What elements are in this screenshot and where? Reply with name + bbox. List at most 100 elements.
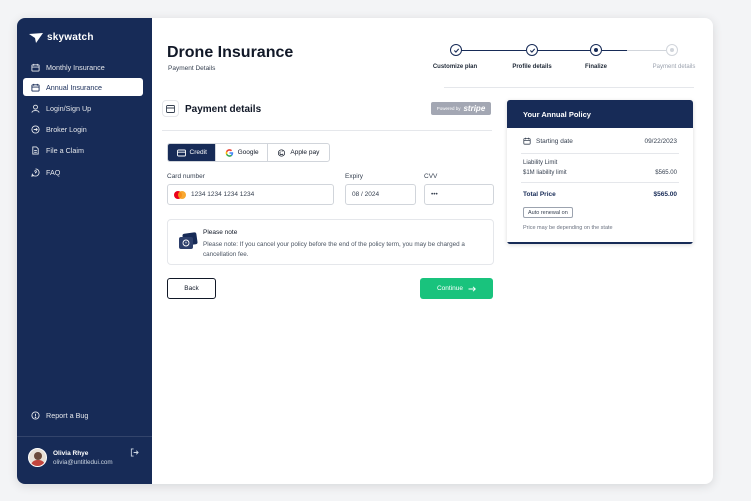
cvv-value: ••• bbox=[431, 191, 438, 198]
arrow-right-icon bbox=[468, 285, 476, 292]
price-note: Price may be depending on the state bbox=[523, 225, 613, 231]
step-2-circle[interactable] bbox=[526, 44, 538, 56]
payment-divider bbox=[162, 130, 492, 131]
starting-date-value: 09/22/2023 bbox=[644, 138, 677, 145]
expiry-value: 08 / 2024 bbox=[352, 191, 380, 198]
calendar-icon bbox=[523, 137, 531, 145]
sidebar-item-label: FAQ bbox=[46, 167, 61, 177]
note-title: Please note bbox=[203, 229, 238, 236]
login-icon bbox=[31, 124, 40, 134]
liability-limit-label: Liability Limit bbox=[523, 160, 558, 166]
policy-divider bbox=[521, 182, 679, 183]
starting-date-row: Starting date bbox=[523, 137, 573, 145]
method-label: Credit bbox=[189, 149, 207, 156]
brand-name: skywatch bbox=[47, 32, 94, 43]
page-title: Drone Insurance bbox=[167, 44, 294, 61]
help-icon bbox=[31, 167, 40, 177]
report-bug-label: Report a Bug bbox=[46, 410, 89, 420]
total-price-value: $565.00 bbox=[653, 191, 678, 198]
google-icon bbox=[225, 148, 233, 157]
page-subtitle: Payment Details bbox=[168, 65, 216, 72]
apple-icon bbox=[278, 148, 286, 157]
total-price-label: Total Price bbox=[523, 191, 556, 198]
sidebar-item-label: Broker Login bbox=[46, 124, 87, 134]
expiry-label: Expiry bbox=[345, 173, 364, 180]
step-4-circle[interactable] bbox=[666, 44, 678, 56]
policy-title: Your Annual Policy bbox=[507, 100, 693, 128]
check-icon bbox=[529, 48, 535, 53]
expiry-field[interactable]: 08 / 2024 bbox=[345, 184, 416, 205]
sidebar-item-annual-insurance[interactable]: Annual Insurance bbox=[23, 78, 143, 96]
pending-step-dot bbox=[670, 48, 674, 52]
sidebar-divider bbox=[17, 436, 152, 437]
step-connector bbox=[456, 50, 526, 51]
method-label: Google bbox=[237, 149, 259, 156]
sidebar-item-file-a-claim[interactable]: File a Claim bbox=[23, 141, 143, 159]
step-1-circle[interactable] bbox=[450, 44, 462, 56]
mastercard-icon bbox=[174, 190, 186, 199]
header-divider bbox=[444, 87, 694, 88]
step-3-circle[interactable] bbox=[590, 44, 602, 56]
powered-by-stripe-badge: Powered by stripe bbox=[431, 102, 491, 115]
sidebar: skywatch Monthly Insurance Annual Insura… bbox=[17, 18, 152, 484]
current-step-dot bbox=[594, 48, 598, 52]
step-1-label: Customize plan bbox=[432, 64, 478, 70]
calendar-icon bbox=[31, 63, 40, 72]
credit-card-icon bbox=[176, 149, 186, 156]
step-3-label: Finalize bbox=[584, 64, 607, 70]
cvv-field[interactable]: ••• bbox=[424, 184, 494, 205]
logout-icon[interactable] bbox=[130, 448, 139, 457]
alert-circle-icon bbox=[31, 410, 40, 420]
check-icon bbox=[453, 48, 459, 53]
skywatch-logo-icon bbox=[29, 32, 43, 43]
card-number-label: Card number bbox=[167, 173, 205, 180]
continue-label: Continue bbox=[436, 285, 464, 292]
card-number-value: 1234 1234 1234 1234 bbox=[191, 191, 255, 198]
app-window: skywatch Monthly Insurance Annual Insura… bbox=[17, 18, 713, 484]
step-2-label: Profile details bbox=[512, 64, 552, 70]
calendar-icon bbox=[31, 83, 40, 92]
payment-details-title: Payment details bbox=[185, 104, 262, 115]
user-email: olivia@untitledui.com bbox=[53, 458, 113, 466]
document-icon bbox=[32, 145, 39, 155]
avatar bbox=[28, 448, 47, 467]
policy-summary-card: Your Annual Policy Starting date 09/22/2… bbox=[507, 100, 693, 244]
sidebar-item-login-signup[interactable]: Login/Sign Up bbox=[23, 99, 143, 117]
user-name: Olivia Rhye bbox=[53, 449, 89, 457]
back-button[interactable]: Back bbox=[167, 278, 216, 299]
method-label: Apple pay bbox=[290, 149, 320, 156]
card-number-field[interactable]: 1234 1234 1234 1234 bbox=[167, 184, 334, 205]
method-apple-pay-button[interactable]: Apple pay bbox=[268, 144, 329, 161]
continue-button[interactable]: Continue bbox=[420, 278, 493, 299]
liability-option-value: $565.00 bbox=[655, 170, 677, 176]
powered-by-label: Powered by bbox=[436, 106, 461, 111]
note-text: Please note: If you cancel your policy b… bbox=[203, 241, 465, 258]
user-icon bbox=[31, 104, 40, 113]
info-card-icon bbox=[179, 232, 198, 249]
report-bug-button[interactable]: Report a Bug bbox=[23, 406, 143, 424]
method-google-button[interactable]: Google bbox=[216, 144, 268, 161]
progress-stepper: Customize plan Profile details Finalize … bbox=[433, 43, 707, 93]
sidebar-item-broker-login[interactable]: Broker Login bbox=[23, 120, 143, 138]
sidebar-item-label: Login/Sign Up bbox=[46, 103, 92, 113]
method-credit-button[interactable]: Credit bbox=[168, 144, 217, 161]
sidebar-item-faq[interactable]: FAQ bbox=[23, 163, 143, 181]
policy-divider bbox=[521, 153, 679, 154]
auto-renewal-badge[interactable]: Auto renewal on bbox=[523, 207, 573, 218]
step-connector bbox=[532, 50, 596, 51]
cancellation-note: Please note Please note: If you cancel y… bbox=[167, 219, 494, 265]
sidebar-item-label: File a Claim bbox=[46, 145, 84, 155]
sidebar-item-monthly-insurance[interactable]: Monthly Insurance bbox=[23, 58, 143, 76]
payment-method-selector: Credit Google Apple pay bbox=[167, 143, 330, 162]
payment-card-icon bbox=[162, 100, 179, 117]
step-4-label: Payment details bbox=[652, 64, 696, 70]
sidebar-item-label: Annual Insurance bbox=[46, 82, 102, 92]
sidebar-item-label: Monthly Insurance bbox=[46, 62, 105, 72]
stripe-logo: stripe bbox=[463, 104, 486, 113]
step-connector bbox=[627, 50, 666, 51]
logo[interactable]: skywatch bbox=[29, 32, 94, 43]
cvv-label: CVV bbox=[424, 173, 438, 180]
liability-option-label: $1M liability limit bbox=[523, 170, 567, 176]
user-profile[interactable]: Olivia Rhye olivia@untitledui.com bbox=[28, 448, 113, 467]
starting-date-label: Starting date bbox=[536, 137, 573, 145]
